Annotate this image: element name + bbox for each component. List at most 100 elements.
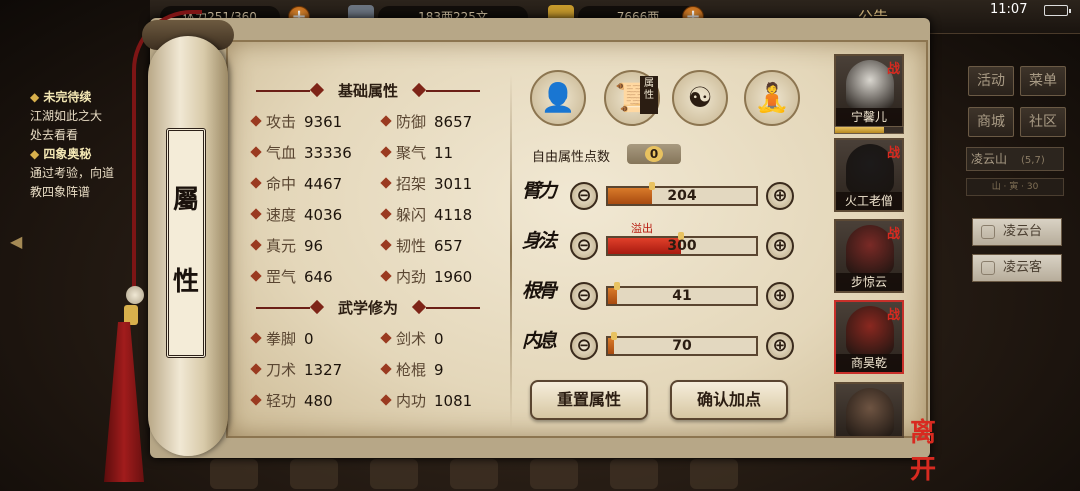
- stat-gang-qi: 罡气 646: [250, 265, 333, 289]
- basic-attributes-heading: 基础属性: [250, 80, 486, 102]
- character-portrait: [846, 388, 894, 436]
- experience-bar: [834, 126, 904, 134]
- stat-fist: 拳脚 0: [250, 327, 314, 351]
- character-card-selected[interactable]: 战 商昊乾: [834, 300, 904, 374]
- stat-attack: 攻击 9361: [250, 110, 342, 134]
- stat-speed: 速度 4036: [250, 203, 342, 227]
- character-name: 商昊乾: [836, 354, 902, 372]
- nav-slot[interactable]: [210, 459, 258, 489]
- character-card[interactable]: 战 宁馨儿: [834, 54, 904, 128]
- clock: 11:07: [990, 2, 1028, 17]
- poi-label: 凌云客: [1003, 260, 1043, 275]
- stat-defense: 防御 8657: [380, 110, 472, 134]
- battle-badge: 战: [886, 146, 900, 161]
- column-divider: [510, 74, 512, 430]
- taiji-tab-icon[interactable]: ☯: [672, 70, 728, 126]
- breath-bar[interactable]: 70: [606, 332, 758, 356]
- decrease-agility-button[interactable]: ⊖: [570, 232, 598, 260]
- decrease-breath-button[interactable]: ⊖: [570, 332, 598, 360]
- attr-value: 300: [667, 238, 697, 254]
- reset-attributes-button[interactable]: 重置属性: [530, 380, 648, 420]
- panel-title: 屬 性: [166, 128, 206, 358]
- stat-blade: 刀术 1327: [250, 358, 342, 382]
- stat-internal: 内功 1081: [380, 389, 472, 413]
- character-tab-icon[interactable]: 👤: [530, 70, 586, 126]
- stat-spear: 枪棍 9: [380, 358, 444, 382]
- panel-title-char: 性: [172, 267, 199, 297]
- strength-bar[interactable]: 204: [606, 182, 758, 206]
- person-icon: [981, 261, 995, 275]
- stat-accuracy: 命中 4467: [250, 172, 342, 196]
- character-name: 宁馨儿: [836, 108, 902, 126]
- character-card[interactable]: 战 步惊云: [834, 219, 904, 293]
- attr-name: 身法: [522, 230, 557, 252]
- poi-button-lingyunke[interactable]: 凌云客: [972, 254, 1062, 282]
- leave-button[interactable]: 离开: [910, 412, 958, 485]
- martial-arts-heading: 武学修为: [250, 297, 486, 319]
- stat-lightness: 轻功 480: [250, 389, 333, 413]
- menu-button[interactable]: 菜单: [1020, 66, 1066, 96]
- attr-value: 204: [667, 188, 697, 204]
- bottom-nav-bar: [190, 455, 830, 491]
- battle-badge: 战: [886, 308, 900, 323]
- stat-sword: 剑术 0: [380, 327, 444, 351]
- section-title: 基础属性: [337, 82, 398, 100]
- free-points-value: 0: [627, 144, 681, 164]
- attr-row-agility: 身法 ⊖ 300 ⊕: [520, 226, 810, 266]
- nav-slot[interactable]: [370, 459, 418, 489]
- meridian-tab-icon[interactable]: 🧘: [744, 70, 800, 126]
- constitution-bar[interactable]: 41: [606, 282, 758, 306]
- free-points-label: 自由属性点数: [532, 150, 611, 165]
- character-name: 步惊云: [836, 273, 902, 291]
- poi-button-lingyuntai[interactable]: 凌云台: [972, 218, 1062, 246]
- character-card[interactable]: [834, 382, 904, 438]
- attr-row-breath: 内息 ⊖ 70 ⊕: [520, 326, 810, 366]
- agility-bar[interactable]: 300: [606, 232, 758, 256]
- battle-badge: 战: [886, 227, 900, 242]
- attr-value: 70: [672, 338, 692, 354]
- shop-button[interactable]: 商城: [968, 107, 1014, 137]
- location-label: 凌云山 (5,7): [966, 147, 1064, 171]
- stat-dodge: 躲闪 4118: [380, 203, 472, 227]
- increase-strength-button[interactable]: ⊕: [766, 182, 794, 210]
- character-card[interactable]: 战 火工老僧: [834, 138, 904, 212]
- nav-slot[interactable]: [610, 459, 658, 489]
- minimap-strip[interactable]: 山 · 寅 · 30: [966, 178, 1064, 196]
- building-icon: [981, 225, 995, 239]
- character-name: 火工老僧: [836, 192, 902, 210]
- nav-slot[interactable]: [690, 459, 738, 489]
- activity-button[interactable]: 活动: [968, 66, 1014, 96]
- stat-true-essence: 真元 96: [250, 234, 323, 258]
- section-title: 武学修为: [337, 299, 398, 317]
- stat-tenacity: 韧性 657: [380, 234, 463, 258]
- collapse-arrow-icon[interactable]: ◀: [10, 232, 30, 254]
- attr-row-strength: 臂力 ⊖ 204 ⊕: [520, 176, 810, 216]
- attribute-tab-tag: 属性: [640, 76, 658, 114]
- nav-slot[interactable]: [450, 459, 498, 489]
- community-button[interactable]: 社区: [1020, 107, 1066, 137]
- stat-hp: 气血 33336: [250, 141, 352, 165]
- attr-name: 臂力: [522, 180, 557, 202]
- decrease-strength-button[interactable]: ⊖: [570, 182, 598, 210]
- tassel-bead: [126, 286, 144, 304]
- location-coords: (5,7): [1021, 155, 1045, 166]
- decrease-constitution-button[interactable]: ⊖: [570, 282, 598, 310]
- attr-name: 根骨: [522, 280, 557, 302]
- nav-slot[interactable]: [530, 459, 578, 489]
- battery-icon: [1044, 5, 1071, 16]
- attr-row-constitution: 根骨 ⊖ 41 ⊕: [520, 276, 810, 316]
- battle-badge: 战: [886, 62, 900, 77]
- stat-gather-qi: 聚气 11: [380, 141, 453, 165]
- stat-parry: 招架 3011: [380, 172, 472, 196]
- stat-inner-force: 内劲 1960: [380, 265, 472, 289]
- panel-title-char: 屬: [172, 185, 199, 215]
- nav-slot[interactable]: [290, 459, 338, 489]
- poi-label: 凌云台: [1003, 224, 1043, 239]
- location-name: 凌云山: [971, 152, 1008, 166]
- attr-name: 内息: [522, 330, 557, 352]
- confirm-allocation-button[interactable]: 确认加点: [670, 380, 788, 420]
- attr-value: 41: [672, 288, 692, 304]
- increase-agility-button[interactable]: ⊕: [766, 232, 794, 260]
- increase-constitution-button[interactable]: ⊕: [766, 282, 794, 310]
- increase-breath-button[interactable]: ⊕: [766, 332, 794, 360]
